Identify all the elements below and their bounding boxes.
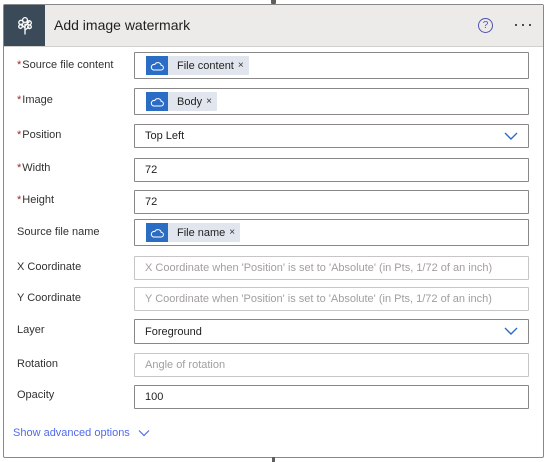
- source-file-content-label: *Source file content: [17, 59, 114, 71]
- source-file-name-label: Source file name: [17, 226, 100, 238]
- body-token[interactable]: Body ×: [146, 92, 217, 111]
- onedrive-cloud-icon: [146, 223, 168, 242]
- height-label: *Height: [17, 194, 55, 206]
- remove-token-icon[interactable]: ×: [206, 96, 217, 107]
- y-coordinate-input[interactable]: Y Coordinate when 'Position' is set to '…: [134, 287, 529, 311]
- source-file-name-field[interactable]: File name ×: [134, 219, 529, 246]
- chevron-down-icon: [504, 129, 518, 146]
- show-advanced-options-link[interactable]: Show advanced options: [13, 427, 150, 439]
- help-icon[interactable]: ?: [478, 18, 493, 33]
- file-name-token[interactable]: File name ×: [146, 223, 241, 242]
- tree-icon: [4, 5, 45, 46]
- layer-dropdown[interactable]: Foreground: [134, 319, 529, 344]
- action-card: Add image watermark ? ··· *Source file c…: [3, 4, 544, 458]
- remove-token-icon[interactable]: ×: [238, 60, 249, 71]
- layer-label: Layer: [17, 324, 45, 336]
- width-label: *Width: [17, 162, 51, 174]
- connector-bottom: [272, 457, 275, 462]
- x-coordinate-input[interactable]: X Coordinate when 'Position' is set to '…: [134, 256, 529, 280]
- onedrive-cloud-icon: [146, 56, 168, 75]
- image-field[interactable]: Body ×: [134, 88, 529, 115]
- rotation-label: Rotation: [17, 358, 58, 370]
- position-label: *Position: [17, 129, 62, 141]
- opacity-label: Opacity: [17, 389, 55, 401]
- remove-token-icon[interactable]: ×: [229, 227, 240, 238]
- source-file-content-field[interactable]: File content ×: [134, 52, 529, 79]
- chevron-down-icon: [138, 428, 150, 438]
- onedrive-cloud-icon: [146, 92, 168, 111]
- more-options-icon[interactable]: ···: [513, 14, 534, 35]
- rotation-input[interactable]: Angle of rotation: [134, 353, 529, 377]
- x-coordinate-label: X Coordinate: [17, 261, 82, 273]
- y-coordinate-label: Y Coordinate: [17, 292, 82, 304]
- position-dropdown[interactable]: Top Left: [134, 124, 529, 148]
- card-header[interactable]: Add image watermark ? ···: [4, 5, 543, 47]
- width-input[interactable]: 72: [134, 158, 529, 182]
- height-input[interactable]: 72: [134, 190, 529, 214]
- chevron-down-icon: [504, 324, 518, 341]
- image-label: *Image: [17, 94, 53, 106]
- opacity-input[interactable]: 100: [134, 385, 529, 409]
- card-title: Add image watermark: [54, 17, 191, 33]
- file-content-token[interactable]: File content ×: [146, 56, 249, 75]
